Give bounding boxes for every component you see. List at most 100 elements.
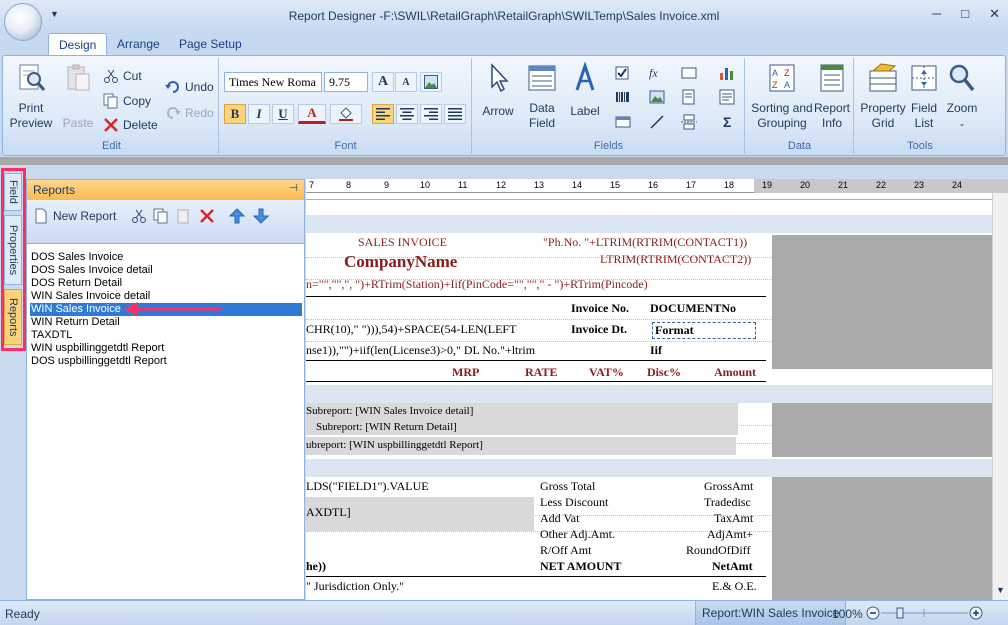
vat-header[interactable]: VAT% [589, 365, 624, 380]
zoom-button[interactable]: Zoom ⌄ [943, 62, 981, 131]
move-down-button[interactable] [253, 208, 269, 224]
gross-total-label[interactable]: Gross Total [540, 479, 595, 494]
sales-invoice-title[interactable]: SALES INVOICE [358, 235, 447, 250]
font-color-button[interactable]: A [298, 104, 326, 124]
checkbox-control-button[interactable] [615, 64, 631, 82]
align-center-button[interactable] [396, 104, 418, 124]
arrow-button[interactable]: Arrow [479, 62, 517, 119]
minimize-button[interactable]: ─ [932, 6, 941, 22]
summary-button[interactable]: Σ [723, 113, 731, 131]
panel-copy-button[interactable] [153, 208, 169, 224]
subreport-return-detail[interactable]: Subreport: [WIN Return Detail] [306, 419, 738, 435]
contact2-field[interactable]: LTRIM(RTRIM(CONTACT2)) [600, 252, 751, 267]
report-info-button[interactable]: Report Info [814, 62, 850, 131]
zoom-slider[interactable] [866, 606, 984, 620]
panel-cut-button[interactable] [131, 208, 147, 224]
disc-header[interactable]: Disc% [647, 365, 681, 380]
image-control-button[interactable] [649, 88, 665, 106]
vertical-scrollbar[interactable]: ▼ [992, 193, 1008, 600]
ph-no-field[interactable]: "Ph.No. "+LTRIM(RTRIM(CONTACT1)) [543, 235, 747, 250]
back-color-button[interactable] [330, 104, 362, 124]
subreport-sales-detail[interactable]: Subreport: [WIN Sales Invoice detail] [306, 403, 738, 419]
invoice-dt-label[interactable]: Invoice Dt. [571, 322, 627, 337]
paste-button[interactable]: Paste [59, 62, 97, 131]
netamt-field[interactable]: NetAmt [712, 559, 753, 574]
tab-page-setup[interactable]: Page Setup [169, 33, 252, 55]
close-button[interactable]: ✕ [989, 6, 1000, 22]
grow-font-button[interactable]: A [372, 72, 394, 92]
add-vat-label[interactable]: Add Vat [540, 511, 579, 526]
tab-arrange[interactable]: Arrange [107, 33, 170, 55]
other-adj-label[interactable]: Other Adj.Amt. [540, 527, 615, 542]
subreport-billing-detail[interactable]: ubreport: [WIN uspbillinggetdtl Report] [306, 437, 736, 455]
he-field[interactable]: he)) [306, 559, 326, 574]
chr10-field[interactable]: CHR(10)," "))),54)+SPACE(54-LEN(LEFT [306, 322, 516, 337]
redo-button[interactable]: Redo [165, 104, 214, 122]
less-discount-label[interactable]: Less Discount [540, 495, 608, 510]
tab-design[interactable]: Design [48, 33, 108, 55]
barcode-button[interactable] [615, 88, 631, 106]
align-right-button[interactable] [420, 104, 442, 124]
cut-button[interactable]: Cut [103, 67, 142, 85]
tradedisc-field[interactable]: Tradedisc [704, 495, 751, 510]
iif-field[interactable]: Iif [650, 343, 662, 358]
jurisdiction-field[interactable]: " Jurisdiction Only." [306, 579, 404, 594]
function-button[interactable]: fx [649, 64, 658, 82]
roundoffdiff-field[interactable]: RoundOfDiff [686, 543, 750, 558]
format-field-selected[interactable]: Format [652, 322, 756, 339]
justify-button[interactable] [444, 104, 466, 124]
list-item[interactable]: DOS Sales Invoice [30, 251, 302, 264]
maximize-button[interactable]: □ [961, 6, 969, 22]
sorting-grouping-button[interactable]: AZZA Sorting and Grouping [750, 62, 814, 131]
picture-button[interactable] [420, 72, 442, 92]
panel-paste-button[interactable] [175, 208, 191, 224]
net-amount-label[interactable]: NET AMOUNT [540, 559, 621, 574]
invoice-no-label[interactable]: Invoice No. [571, 301, 629, 316]
list-item[interactable]: DOS uspbillinggetdtl Report [30, 355, 302, 368]
panel-control-button[interactable] [615, 113, 631, 131]
undo-button[interactable]: Undo [165, 78, 214, 96]
property-grid-button[interactable]: Property Grid [859, 62, 907, 131]
eoe-field[interactable]: E.& O.E. [712, 579, 757, 594]
adjamt-field[interactable]: AdjAmt+ [707, 527, 753, 542]
rate-header[interactable]: RATE [525, 365, 557, 380]
taxamt-field[interactable]: TaxAmt [714, 511, 753, 526]
delete-button[interactable]: Delete [103, 116, 158, 134]
label-button[interactable]: Label [567, 61, 603, 119]
font-size-combo[interactable]: 9.75 [324, 72, 368, 92]
list-item[interactable]: WIN Return Detail [30, 316, 302, 329]
gross-amt-field[interactable]: GrossAmt [704, 479, 753, 494]
move-up-button[interactable] [229, 208, 245, 224]
rich-text-button[interactable] [719, 88, 735, 106]
font-name-combo[interactable]: Times New Roma [224, 72, 322, 92]
line-button[interactable] [649, 113, 665, 131]
italic-button[interactable]: I [248, 104, 270, 124]
list-item[interactable]: TAXDTL [30, 329, 302, 342]
panel-delete-button[interactable] [199, 208, 215, 224]
document-no-field[interactable]: DOCUMENTNo [650, 301, 736, 316]
page-break-button[interactable] [681, 113, 697, 131]
list-item[interactable]: WIN uspbillinggetdtl Report [30, 342, 302, 355]
roff-amt-label[interactable]: R/Off Amt [540, 543, 591, 558]
subreport-button[interactable] [681, 88, 697, 106]
align-left-button[interactable] [372, 104, 394, 124]
bold-button[interactable]: B [224, 104, 246, 124]
rectangle-button[interactable] [681, 64, 697, 82]
list-item[interactable]: DOS Sales Invoice detail [30, 264, 302, 277]
report-design-surface[interactable]: 7 8 9 10 11 12 13 14 15 16 17 18 19 20 2… [306, 179, 1008, 600]
company-name-field[interactable]: CompanyName [344, 252, 457, 272]
new-report-button[interactable]: New Report [33, 208, 116, 224]
list-item[interactable]: DOS Return Detail [30, 277, 302, 290]
pin-icon[interactable]: ⊣ [289, 183, 298, 194]
subreport-taxdtl[interactable]: AXDTL] [306, 497, 534, 531]
mrp-header[interactable]: MRP [452, 365, 479, 380]
station-field[interactable]: n="","",", ")+RTrim(Station)+Iif(PinCode… [306, 277, 648, 292]
amount-header[interactable]: Amount [714, 365, 756, 380]
scroll-down-icon[interactable]: ▼ [996, 585, 1005, 595]
field-list-button[interactable]: Field List [907, 62, 941, 131]
copy-button[interactable]: Copy [103, 92, 151, 110]
field1-value[interactable]: LDS("FIELD1").VALUE [306, 479, 429, 494]
underline-button[interactable]: U [272, 104, 294, 124]
license-field[interactable]: nse1)),"")+iif(len(License3)>0," DL No."… [306, 343, 535, 358]
application-menu-orb[interactable] [4, 3, 42, 41]
